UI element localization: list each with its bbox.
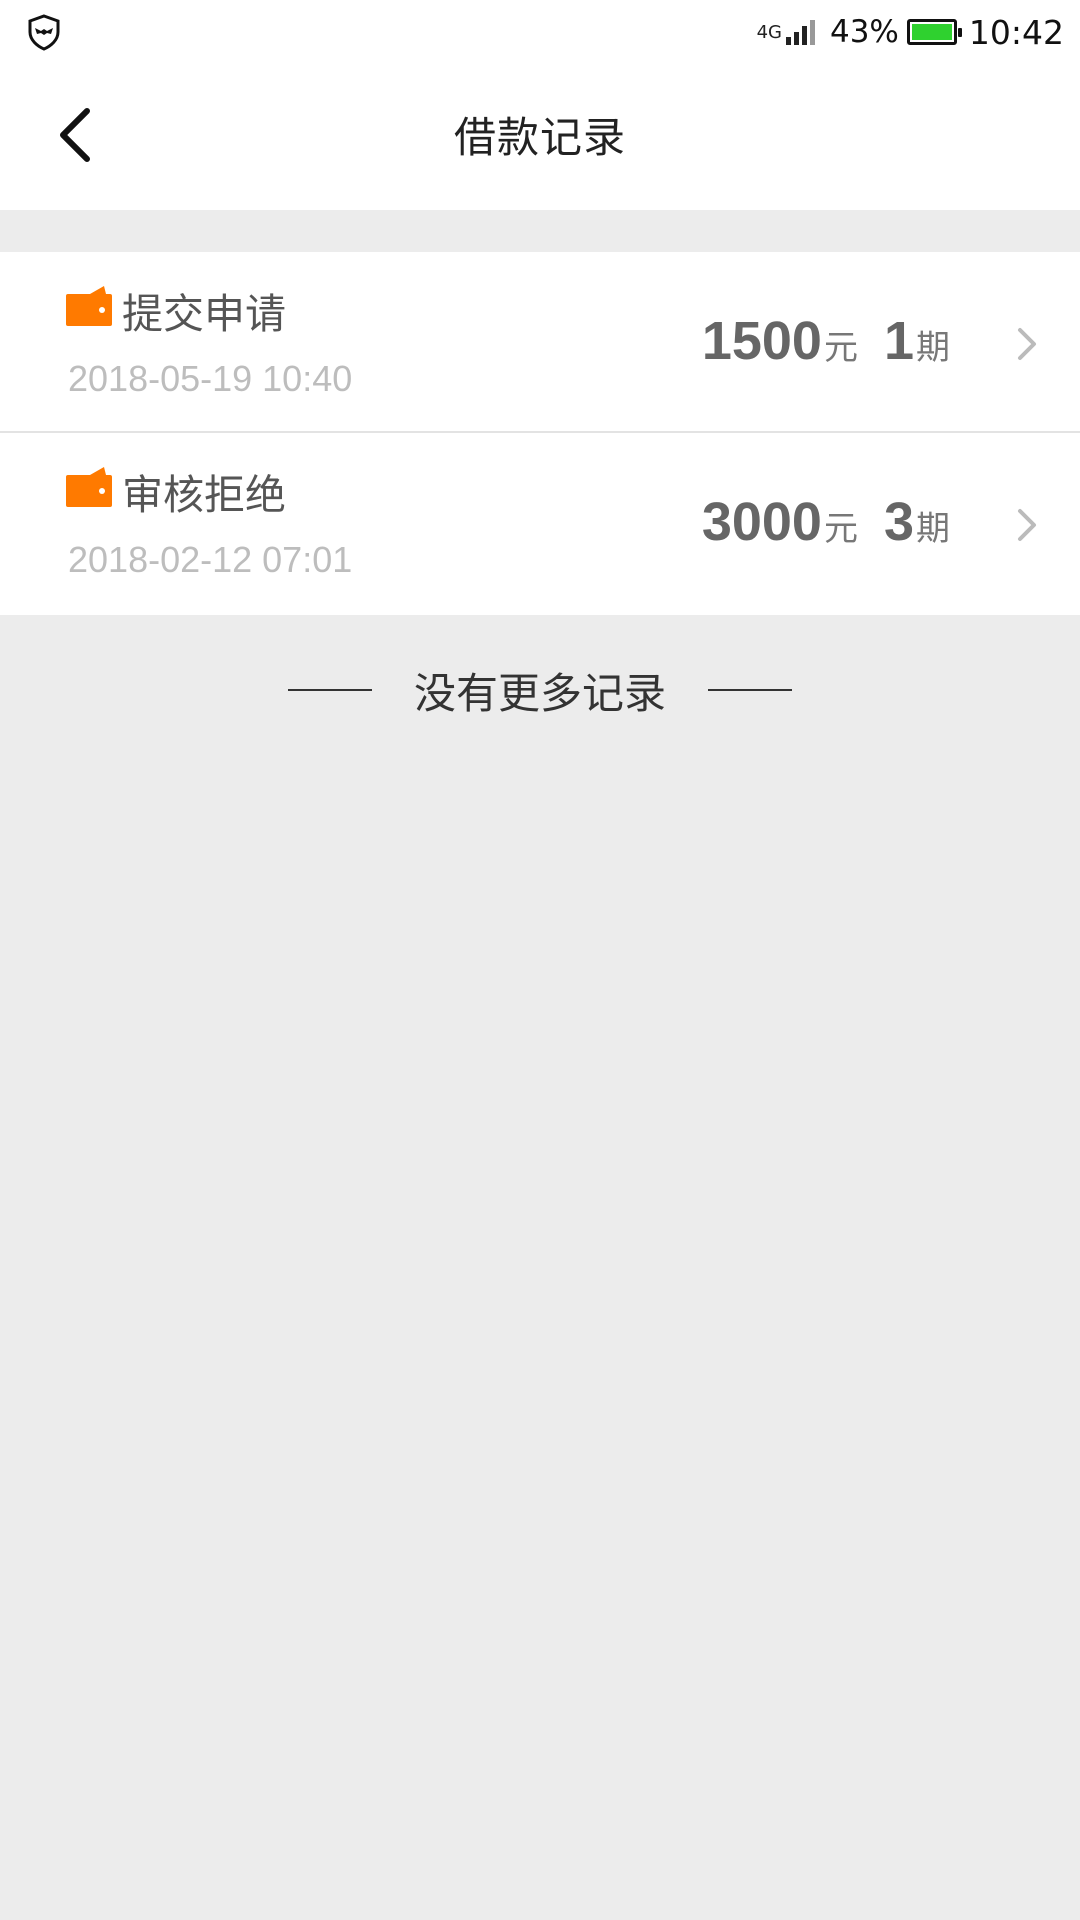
chevron-right-icon [1018,328,1036,360]
record-amount-info: 3000 元 3 期 [702,491,950,553]
signal-strength-icon [785,19,818,45]
loan-periods: 1 [883,311,914,371]
loan-periods: 3 [883,492,914,552]
wallet-icon [66,286,112,326]
periods-unit: 期 [916,328,950,368]
amount-unit: 元 [823,328,858,368]
network-type-label: 4G [756,21,782,43]
record-date: 2018-02-12 07:01 [68,539,353,580]
record-date: 2018-05-19 10:40 [68,358,353,399]
chevron-right-icon [1018,509,1036,541]
wallet-icon [66,467,112,507]
list-item[interactable]: 提交申请 2018-05-19 10:40 1500 元 1 期 [0,252,1080,433]
page-title: 借款记录 [453,113,626,162]
divider-line [708,689,792,691]
amount-unit: 元 [823,509,858,549]
loan-amount: 3000 [701,492,822,552]
loan-amount: 1500 [701,311,822,371]
record-status: 提交申请 [122,290,286,338]
divider-line [287,689,372,691]
loan-record-list: 提交申请 2018-05-19 10:40 1500 元 1 期 审核拒绝 20… [0,252,1080,615]
no-more-text: 没有更多记录 [413,668,666,718]
record-amount-info: 1500 元 1 期 [702,310,950,372]
periods-unit: 期 [916,509,950,549]
battery-icon [906,19,962,45]
status-bar: 4G 43% 10:42 [0,0,1080,64]
battery-percent: 43% [829,14,899,50]
shield-mask-icon [28,14,60,51]
record-status: 审核拒绝 [122,471,286,519]
no-more-records: 没有更多记录 [0,660,1080,720]
status-time: 10:42 [968,12,1064,52]
title-bar: 借款记录 [0,64,1080,210]
list-item[interactable]: 审核拒绝 2018-02-12 07:01 3000 元 3 期 [0,433,1080,615]
